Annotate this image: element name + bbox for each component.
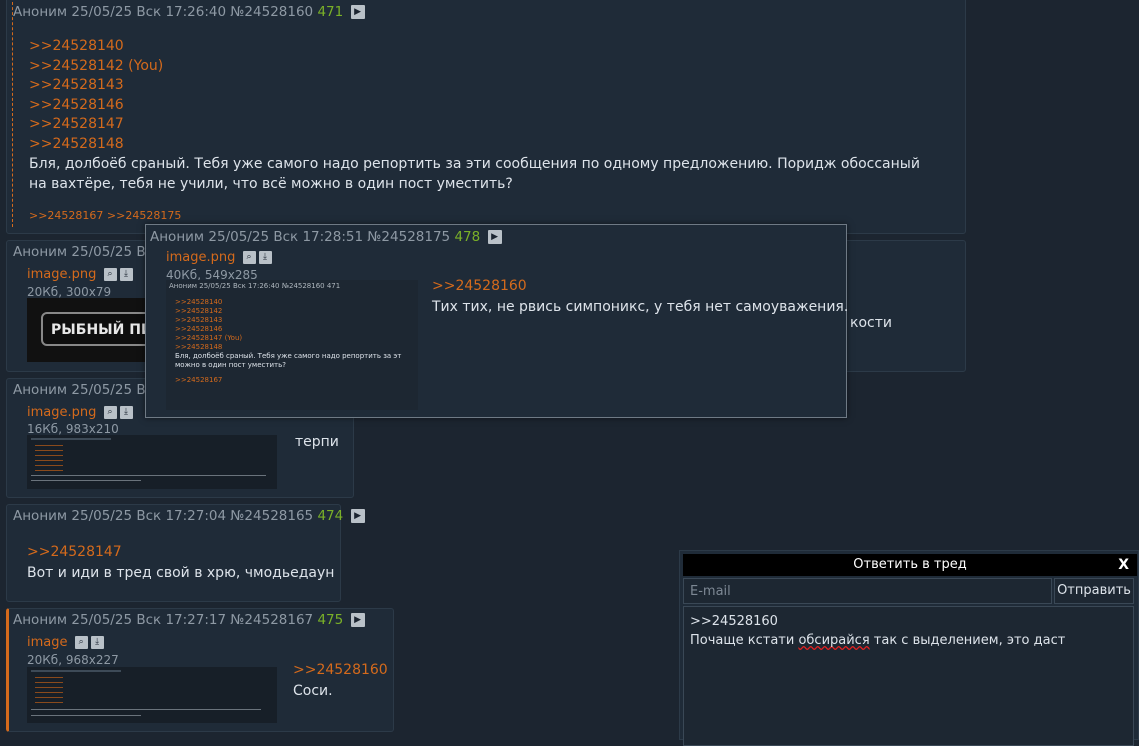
download-icon[interactable]: ⤓ bbox=[90, 636, 104, 649]
download-icon[interactable]: ⤓ bbox=[119, 406, 133, 419]
file-link[interactable]: image.png bbox=[166, 250, 235, 265]
zoom-icon[interactable]: ⌕ bbox=[242, 251, 256, 264]
play-icon[interactable]: ▶ bbox=[350, 509, 365, 523]
zoom-icon[interactable]: ⌕ bbox=[103, 268, 117, 281]
post-text: Тих тих, не рвись симпоникс, у тебя нет … bbox=[432, 299, 849, 315]
post-counter: 478 bbox=[454, 229, 481, 245]
thumb-reply: >>24528140 bbox=[175, 298, 223, 306]
post-author: Аноним bbox=[13, 244, 68, 260]
post-thumbnail[interactable] bbox=[27, 435, 277, 489]
post-thumbnail[interactable]: Аноним 25/05/25 Вск 17:26:40 №24528160 4… bbox=[166, 280, 418, 410]
post-date: 25/05/25 Вск 17:27:04 bbox=[71, 508, 227, 524]
misspelled-word: обсирайся bbox=[798, 633, 870, 648]
file-meta: 20Кб, 968x227 bbox=[27, 653, 119, 667]
thumbnail-caption: РЫБНЫЙ ПИ bbox=[51, 322, 152, 338]
post-24528167: Аноним 25/05/25 Вск 17:27:17 №24528167 4… bbox=[6, 608, 394, 732]
post-preview-popup: Аноним 25/05/25 Вск 17:28:51 №24528175 4… bbox=[145, 224, 849, 418]
post-number[interactable]: №24528175 bbox=[367, 229, 450, 245]
post-text: Соси. bbox=[293, 683, 333, 699]
message-line: Почаще кстати обсирайся так с выделением… bbox=[690, 633, 1066, 648]
post-author: Аноним bbox=[13, 4, 68, 20]
post-number[interactable]: №24528167 bbox=[230, 612, 313, 628]
post-number[interactable]: №24528165 bbox=[230, 508, 313, 524]
thumbnail-content: Аноним 25/05/25 Вск 17:26:40 №24528160 4… bbox=[166, 280, 418, 387]
file-meta: 16Кб, 983x210 bbox=[27, 422, 119, 436]
post-author: Аноним bbox=[13, 382, 68, 398]
post-header: Аноним 25/05/25 Вск 17:27:17 №24528167 4… bbox=[13, 612, 365, 628]
reply-link[interactable]: >>24528160 bbox=[293, 661, 388, 681]
reply-link[interactable]: >>24528147 bbox=[29, 115, 124, 135]
file-name: image.png ⌕ ⤓ bbox=[166, 250, 272, 265]
zoom-icon[interactable]: ⌕ bbox=[74, 636, 88, 649]
download-icon[interactable]: ⤓ bbox=[119, 268, 133, 281]
reply-link[interactable]: >>24528140 bbox=[29, 37, 124, 57]
form-title: Ответить в тред bbox=[853, 557, 967, 572]
post-text: Вот и иди в тред свой в хрю, чмодьедаун bbox=[27, 565, 335, 581]
file-name: image ⌕ ⤓ bbox=[27, 635, 104, 650]
reply-link[interactable]: >>24528143 bbox=[29, 76, 124, 96]
file-link[interactable]: image bbox=[27, 635, 68, 650]
submit-button[interactable]: Отправить bbox=[1054, 578, 1134, 604]
post-date: 25/05/25 Вс bbox=[71, 244, 154, 260]
post-text: Бля, долбоёб сраный. Тебя уже самого над… bbox=[29, 156, 920, 192]
post-header: Аноним 25/05/25 Вск 17:26:40 №24528160 4… bbox=[13, 4, 365, 20]
play-icon[interactable]: ▶ bbox=[350, 613, 365, 627]
thumb-text: можно в один пост уместить? bbox=[175, 361, 286, 369]
thumb-reply: >>24528147 (You) bbox=[175, 334, 243, 342]
post-header: Аноним 25/05/25 Вск 17:27:04 №24528165 4… bbox=[13, 508, 365, 524]
download-icon[interactable]: ⤓ bbox=[258, 251, 272, 264]
post-date: 25/05/25 Вск 17:28:51 bbox=[208, 229, 364, 245]
post-text: терпи bbox=[295, 434, 339, 450]
reply-marker-line bbox=[12, 0, 13, 227]
quick-reply-form: Ответить в тред X Отправить >>24528160 П… bbox=[679, 550, 1139, 746]
file-name: image.png ⌕ ⤓ bbox=[27, 267, 133, 282]
reply-link[interactable]: >>24528142 (You) bbox=[29, 57, 163, 77]
reply-link[interactable]: >>24528147 bbox=[27, 543, 122, 563]
thumb-backlink: >>24528167 bbox=[175, 376, 223, 384]
post-date: 25/05/25 Вск 17:26:40 bbox=[71, 4, 227, 20]
reply-link[interactable]: >>24528146 bbox=[29, 96, 124, 116]
reply-link[interactable]: >>24528160 bbox=[432, 277, 527, 297]
post-author: Аноним bbox=[150, 229, 205, 245]
play-icon[interactable]: ▶ bbox=[350, 5, 365, 19]
post-number[interactable]: №24528160 bbox=[230, 4, 313, 20]
close-icon[interactable]: X bbox=[1118, 554, 1129, 576]
post-24528160: Аноним 25/05/25 Вск 17:26:40 №24528160 4… bbox=[6, 0, 966, 234]
form-titlebar[interactable]: Ответить в тред X bbox=[683, 554, 1137, 576]
message-textarea[interactable]: >>24528160 Почаще кстати обсирайся так с… bbox=[683, 606, 1134, 746]
post-24528165: Аноним 25/05/25 Вск 17:27:04 №24528165 4… bbox=[6, 504, 365, 602]
file-name: image.png ⌕ ⤓ bbox=[27, 405, 133, 420]
play-icon[interactable]: ▶ bbox=[487, 230, 502, 244]
message-line: >>24528160 bbox=[690, 614, 778, 629]
file-link[interactable]: image.png bbox=[27, 267, 96, 282]
post-date: 25/05/25 Вск 17:27:17 bbox=[71, 612, 227, 628]
post-thumbnail[interactable] bbox=[27, 667, 277, 723]
post-counter: 471 bbox=[317, 4, 344, 20]
thumb-reply: >>24528146 bbox=[175, 325, 223, 333]
file-meta: 20Кб, 300x79 bbox=[27, 285, 112, 299]
thumb-header: Аноним 25/05/25 Вск 17:26:40 №24528160 4… bbox=[169, 282, 341, 290]
backlinks[interactable]: >>24528167 >>24528175 bbox=[29, 209, 181, 222]
thumb-reply: >>24528143 bbox=[175, 316, 223, 324]
reply-link[interactable]: >>24528148 bbox=[29, 135, 124, 155]
post-text: кости bbox=[850, 315, 892, 331]
thumb-reply: >>24528142 bbox=[175, 307, 223, 315]
post-date: 25/05/25 Вс bbox=[71, 382, 154, 398]
post-author: Аноним bbox=[13, 612, 68, 628]
post-counter: 475 bbox=[317, 612, 344, 628]
post-header: Аноним 25/05/25 Вс bbox=[13, 244, 153, 260]
post-header: Аноним 25/05/25 Вск 17:28:51 №24528175 4… bbox=[150, 229, 502, 245]
zoom-icon[interactable]: ⌕ bbox=[103, 406, 117, 419]
post-counter: 474 bbox=[317, 508, 344, 524]
email-field[interactable] bbox=[683, 578, 1052, 604]
thumb-text: Бля, долбоёб сраный. Тебя уже самого над… bbox=[175, 352, 402, 360]
file-link[interactable]: image.png bbox=[27, 405, 96, 420]
post-thumbnail[interactable]: РЫБНЫЙ ПИ bbox=[27, 298, 152, 362]
post-author: Аноним bbox=[13, 508, 68, 524]
post-header: Аноним 25/05/25 Вс bbox=[13, 382, 153, 398]
thumb-reply: >>24528148 bbox=[175, 343, 223, 351]
